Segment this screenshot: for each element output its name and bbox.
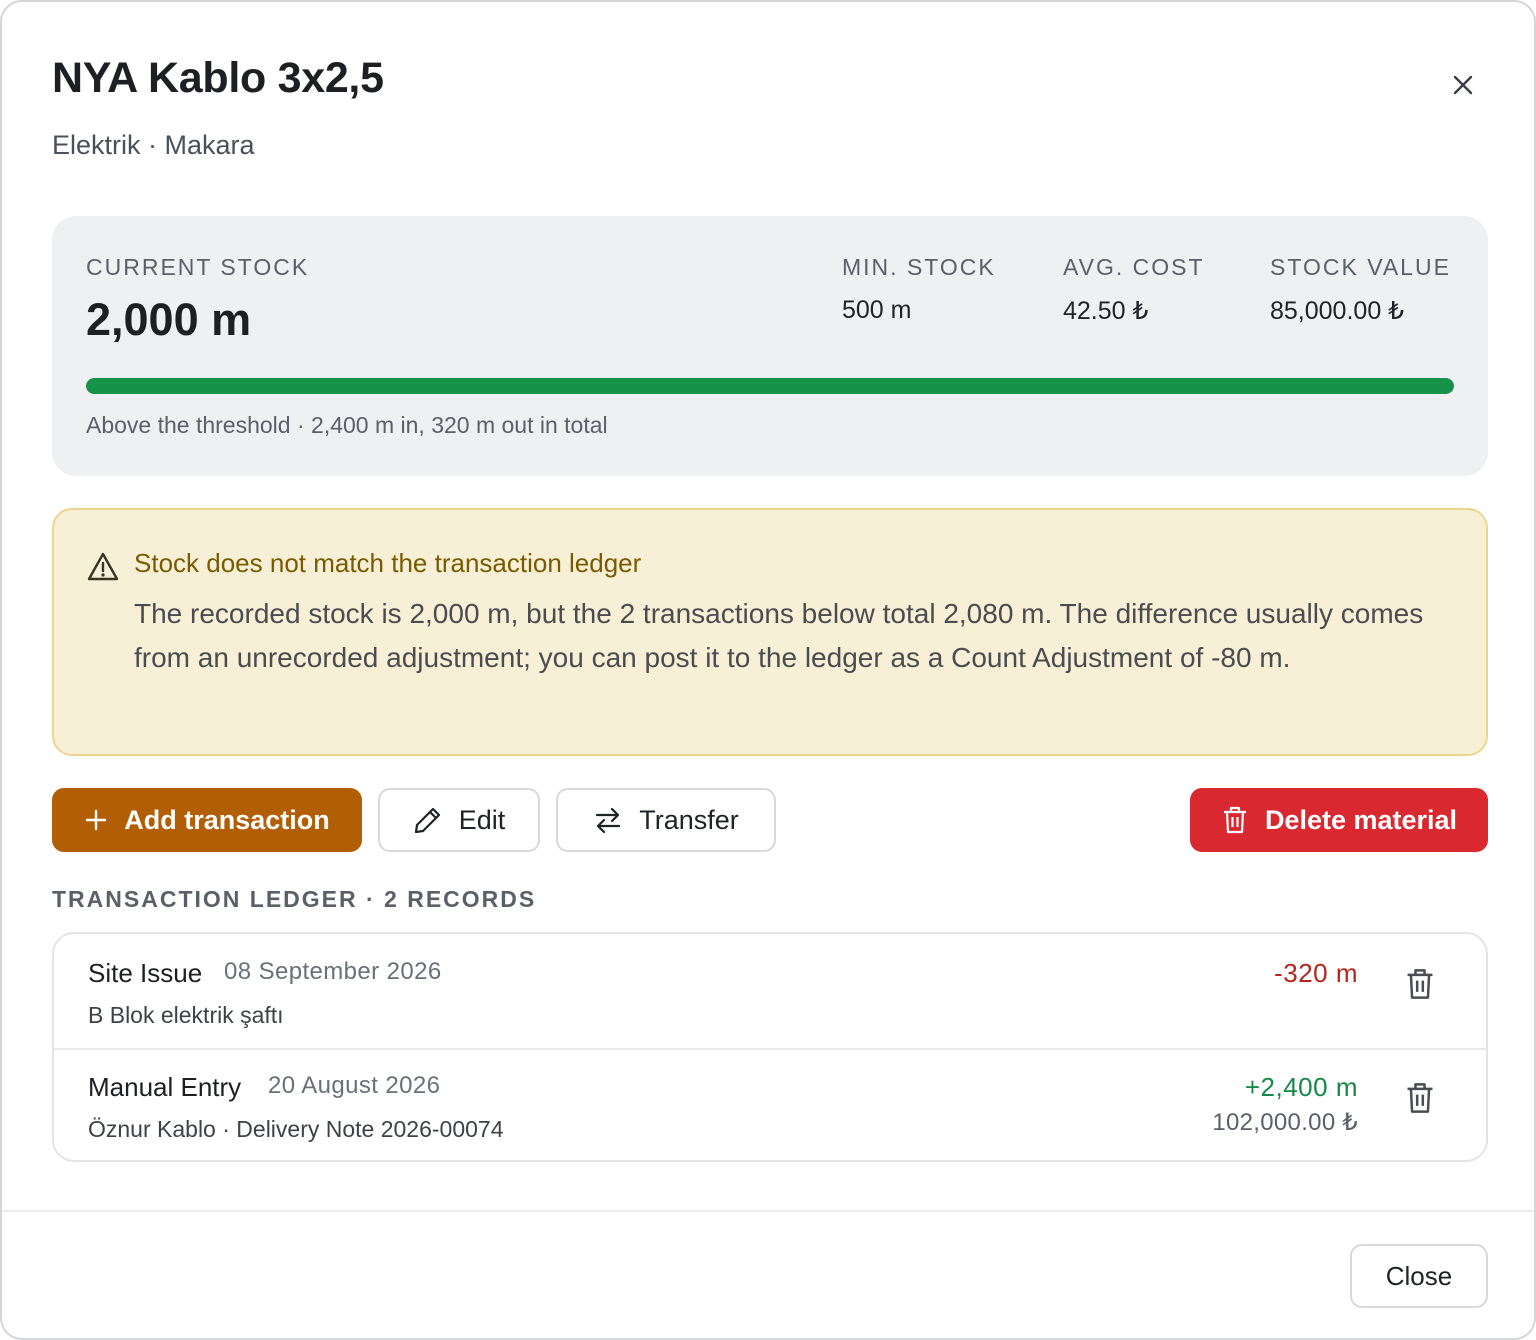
transaction-type: Site Issue xyxy=(88,958,203,988)
delete-material-button[interactable]: Delete material xyxy=(1190,788,1488,852)
delete-material-label: Delete material xyxy=(1264,804,1458,835)
transaction-ledger: Site Issue 08 September 2026 B Blok elek… xyxy=(52,932,1488,1162)
stock-note: Above the threshold · 2,400 m in, 320 m … xyxy=(86,412,608,438)
edit-label: Edit xyxy=(458,804,506,835)
add-transaction-button[interactable]: Add transaction xyxy=(52,788,362,852)
transaction-description: Öznur Kablo · Delivery Note 2026-00074 xyxy=(88,1116,504,1142)
transaction-amount: +2,400 m xyxy=(1244,1072,1358,1102)
stock-level-bar-fill xyxy=(86,378,1454,394)
avg-cost-value: 42.50 ₺ xyxy=(1063,297,1149,325)
edit-button[interactable]: Edit xyxy=(378,788,540,852)
close-button[interactable]: Close xyxy=(1350,1244,1488,1308)
stock-value-value: 85,000.00 ₺ xyxy=(1270,297,1405,325)
transaction-type: Manual Entry xyxy=(88,1072,242,1102)
stock-level-bar xyxy=(86,378,1454,394)
delete-transaction-button[interactable] xyxy=(1404,1081,1436,1115)
ledger-mismatch-alert: Stock does not match the transaction led… xyxy=(52,508,1488,756)
close-icon xyxy=(1453,75,1473,95)
footer-divider xyxy=(2,1210,1534,1212)
transfer-arrows-icon xyxy=(596,807,621,834)
ledger-heading: TRANSACTION LEDGER · 2 RECORDS xyxy=(52,886,537,912)
transfer-button[interactable]: Transfer xyxy=(556,788,776,852)
delete-transaction-button[interactable] xyxy=(1404,967,1436,1001)
transaction-description: B Blok elektrik şaftı xyxy=(88,1002,284,1028)
transaction-date: 20 August 2026 xyxy=(268,1072,441,1099)
avg-cost-label: AVG. COST xyxy=(1063,254,1205,280)
min-stock-value: 500 m xyxy=(842,296,912,324)
dialog-subtitle: Elektrik · Makara xyxy=(52,130,255,160)
warning-triangle-icon xyxy=(87,552,119,581)
current-stock-label: CURRENT STOCK xyxy=(86,254,310,280)
ledger-row: Site Issue 08 September 2026 B Blok elek… xyxy=(54,934,1486,1048)
alert-title: Stock does not match the transaction led… xyxy=(134,548,642,578)
transaction-date: 08 September 2026 xyxy=(224,958,442,985)
dialog-title: NYA Kablo 3x2,5 xyxy=(52,54,384,102)
transaction-cost: 102,000.00 ₺ xyxy=(1212,1109,1358,1136)
plus-icon xyxy=(86,809,107,831)
stock-value-label: STOCK VALUE xyxy=(1270,254,1451,280)
alert-text: The recorded stock is 2,000 m, but the 2… xyxy=(134,598,1424,673)
trash-icon xyxy=(1223,806,1246,834)
transaction-amount: -320 m xyxy=(1274,958,1358,988)
material-detail-dialog: NYA Kablo 3x2,5 Elektrik · Makara CURREN… xyxy=(0,0,1536,1340)
current-stock-value: 2,000 m xyxy=(86,294,252,345)
close-dialog-button[interactable] xyxy=(1442,64,1484,106)
stock-summary-card: CURRENT STOCK 2,000 m MIN. STOCK 500 m A… xyxy=(52,216,1488,476)
min-stock-label: MIN. STOCK xyxy=(842,254,996,280)
pencil-icon xyxy=(414,807,440,834)
transfer-label: Transfer xyxy=(639,804,739,835)
ledger-row: Manual Entry 20 August 2026 Öznur Kablo … xyxy=(54,1048,1486,1160)
add-transaction-label: Add transaction xyxy=(124,804,330,835)
